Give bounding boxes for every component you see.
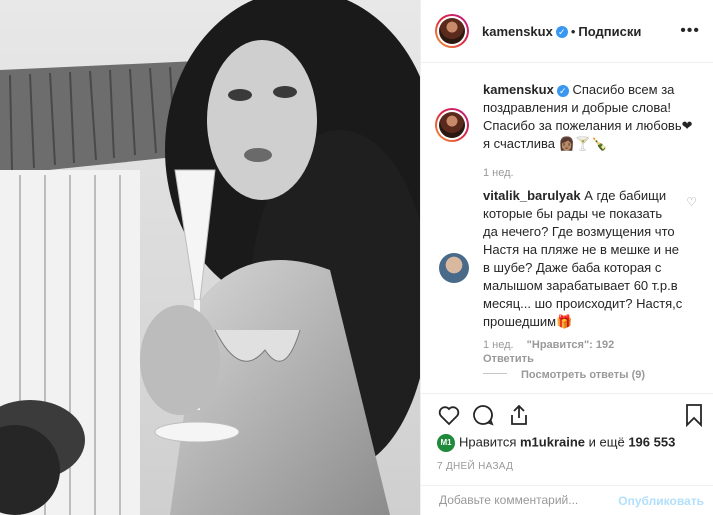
likes-count[interactable]: 196 553 — [628, 434, 675, 449]
verified-icon: ✓ — [555, 25, 568, 38]
post-header: kamenskux ✓ • Подписки ••• — [421, 0, 713, 63]
view-replies-label[interactable]: Посмотреть ответы (9) — [521, 369, 645, 381]
caption-text-4: я счастлива 👩🏽🍸🍾 — [483, 136, 608, 151]
post-side-panel: kamenskux ✓ • Подписки ••• kamenskux ✓ Спаси… — [420, 0, 713, 515]
view-replies[interactable]: Посмотреть ответы (9) — [483, 365, 645, 383]
separator-dot: • — [570, 24, 576, 39]
commenter-avatar[interactable] — [439, 253, 469, 283]
caption-time[interactable]: 1 нед. — [483, 167, 698, 179]
comment: vitalik_barulyak А где бабищи которые бы… — [483, 187, 688, 365]
comment-bubble-icon[interactable] — [471, 403, 495, 427]
likes-prefix: Нравится — [459, 434, 517, 450]
liker-username[interactable]: m1ukraine — [520, 434, 585, 449]
caption-text-2: поздравления и добрые слова! — [483, 100, 671, 115]
comment-line-1: А где бабищи — [584, 188, 667, 203]
more-options-icon[interactable]: ••• — [680, 22, 700, 40]
photo-image — [0, 0, 420, 515]
comment-like-heart-icon[interactable]: ♡ — [686, 195, 697, 209]
liker-avatar[interactable]: M1 — [437, 434, 455, 452]
comment-line-2: которые бы рады че показать — [483, 206, 663, 221]
add-comment-bar: Опубликовать — [421, 485, 713, 515]
comment-line-3: да нечего? Где возмущения что — [483, 224, 675, 239]
reply-button[interactable]: Ответить — [483, 353, 534, 365]
publish-button[interactable]: Опубликовать — [618, 494, 704, 508]
comment-time[interactable]: 1 нед. — [483, 339, 514, 351]
comment-line-7: месяц... шо происходит? Настя,с — [483, 296, 683, 311]
caption-username[interactable]: kamenskux — [483, 82, 554, 97]
commenter-username[interactable]: vitalik_barulyak — [483, 188, 581, 203]
author-username[interactable]: kamenskux — [482, 24, 553, 39]
likes-mid: и ещё — [588, 434, 625, 450]
caption-avatar[interactable] — [435, 108, 469, 142]
comment-line-5: в шубе? Даже баба которая с — [483, 260, 662, 275]
verified-icon: ✓ — [556, 84, 569, 97]
caption-text-1: Спасибо всем за — [572, 82, 675, 97]
comment-likes[interactable]: "Нравится": 192 — [527, 339, 615, 351]
comments-section: kamenskux ✓ Спасибо всем за поздравления … — [421, 63, 713, 393]
likes-summary: M1 Нравится m1ukraine и ещё 196 553 — [437, 434, 675, 452]
comment-input[interactable] — [437, 492, 621, 508]
following-button[interactable]: Подписки — [578, 24, 641, 39]
comment-line-8: прошедшим🎁 — [483, 314, 573, 329]
save-bookmark-icon[interactable] — [684, 403, 704, 427]
caption-text-3: Спасибо за пожелания и любовь❤ — [483, 118, 693, 133]
share-icon[interactable] — [507, 403, 531, 427]
comment-line-4: Настя на пляже не в мешке и не — [483, 242, 680, 257]
post-photo[interactable] — [0, 0, 420, 515]
caption: kamenskux ✓ Спасибо всем за поздравления … — [483, 81, 698, 179]
view-replies-line — [483, 373, 507, 375]
author-avatar[interactable] — [435, 14, 469, 48]
like-heart-icon[interactable] — [437, 403, 461, 427]
post-date[interactable]: 7 ДНЕЙ НАЗАД — [437, 461, 513, 472]
comment-line-6: малышом зарабатывает 60 т.р.в — [483, 278, 678, 293]
